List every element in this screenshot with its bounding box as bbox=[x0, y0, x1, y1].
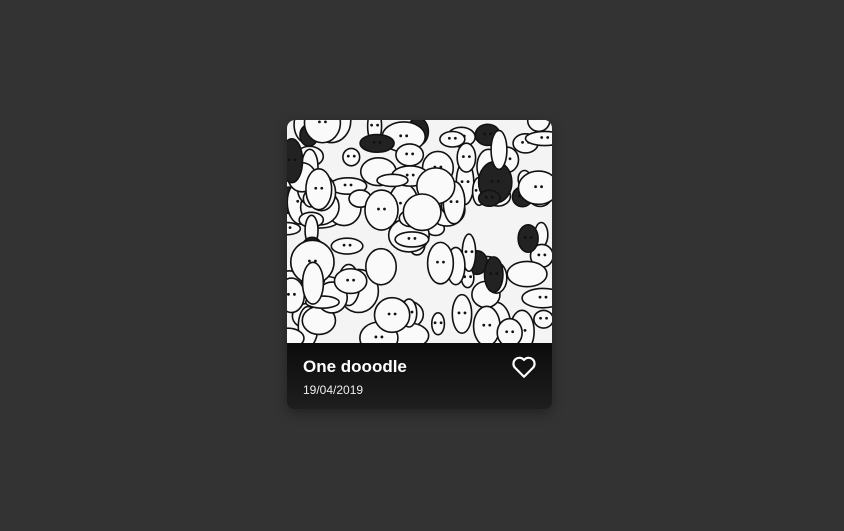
card-footer: One dooodle 19/04/2019 bbox=[287, 343, 552, 409]
card-date: 19/04/2019 bbox=[303, 383, 364, 397]
card-title: One dooodle bbox=[303, 357, 407, 376]
doodle-image bbox=[287, 120, 552, 343]
doodle-card[interactable]: One dooodle 19/04/2019 bbox=[287, 120, 552, 409]
heart-icon[interactable] bbox=[511, 355, 537, 379]
